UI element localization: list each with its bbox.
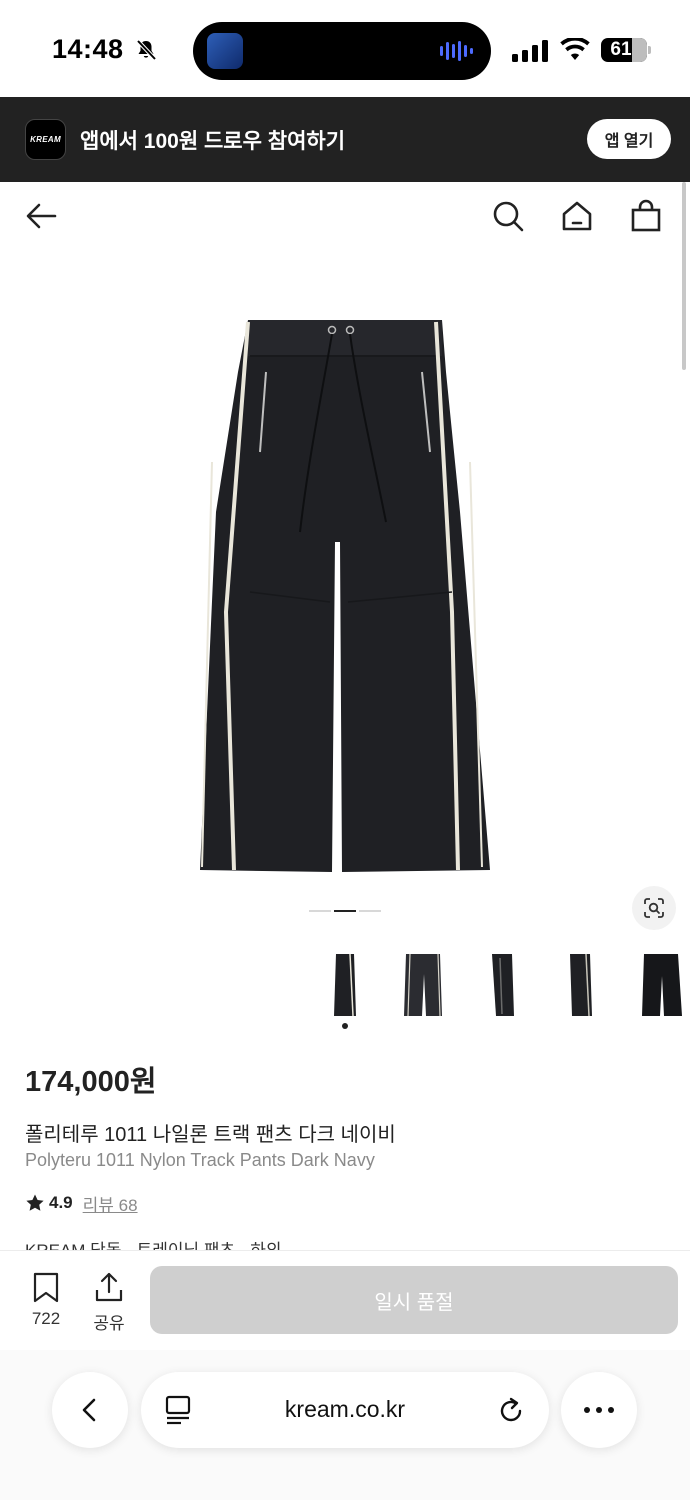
image-search-button[interactable] xyxy=(632,886,676,930)
share-button[interactable]: 공유 xyxy=(84,1271,134,1334)
breadcrumb-container: KREAM 단독 · 트레이닝 팬츠 · 하의 xyxy=(25,1236,665,1250)
chevron-left-icon xyxy=(82,1398,96,1422)
thumbnail-1[interactable] xyxy=(320,950,376,1020)
thumbnail-4[interactable] xyxy=(556,950,612,1020)
thumbnail-5[interactable] xyxy=(634,950,690,1020)
breadcrumb[interactable]: KREAM 단독 · 트레이닝 팬츠 · 하의 xyxy=(25,1236,282,1250)
bookmark-count: 722 xyxy=(31,1309,61,1328)
star-icon xyxy=(26,1194,44,1211)
home-icon[interactable] xyxy=(559,198,595,234)
product-rating: 4.9 리뷰 68 xyxy=(25,1191,138,1215)
more-dots-icon xyxy=(584,1407,614,1413)
banner-text: 앱에서 100원 드로우 참여하기 xyxy=(80,130,346,153)
scrollbar[interactable] xyxy=(682,182,686,370)
now-playing-artwork xyxy=(207,33,243,69)
carousel-indicator-2-active xyxy=(334,910,356,912)
status-bar: 14:48 61 xyxy=(0,0,690,97)
review-link[interactable]: 리뷰 68 xyxy=(83,1191,138,1216)
audio-waveform-icon xyxy=(440,41,473,61)
dynamic-island[interactable] xyxy=(193,22,491,80)
browser-back-button[interactable] xyxy=(52,1372,128,1448)
lens-search-icon xyxy=(644,898,664,918)
battery-level: 61 xyxy=(610,39,632,60)
browser-more-button[interactable] xyxy=(561,1372,637,1448)
url-text: kream.co.kr xyxy=(284,1396,406,1422)
sold-out-button[interactable]: 일시 품절 xyxy=(150,1266,678,1334)
shopping-bag-icon[interactable] xyxy=(628,198,664,234)
wifi-icon xyxy=(560,38,590,60)
bookmark-button[interactable]: 722 xyxy=(21,1271,71,1329)
product-price: 174,000원 xyxy=(25,1066,157,1098)
thumbnail-2[interactable] xyxy=(396,950,452,1020)
bookmark-icon xyxy=(33,1272,59,1303)
product-thumbnails xyxy=(320,950,690,1020)
back-arrow-icon[interactable] xyxy=(23,198,59,234)
selected-thumbnail-dot xyxy=(342,1023,348,1029)
top-navigation xyxy=(0,182,690,252)
share-icon xyxy=(95,1272,123,1302)
browser-toolbar: kream.co.kr xyxy=(0,1350,690,1500)
carousel-indicator-1 xyxy=(309,910,331,912)
product-name-korean: 폴리테루 1011 나일론 트랙 팬츠 다크 네이비 xyxy=(25,1124,396,1146)
address-bar[interactable]: kream.co.kr xyxy=(141,1372,549,1448)
product-name-english: Polyteru 1011 Nylon Track Pants Dark Nav… xyxy=(25,1150,375,1170)
kream-logo: KREAM xyxy=(25,119,66,160)
product-action-bar: 722 공유 일시 품절 xyxy=(0,1250,690,1350)
rating-value: 4.9 xyxy=(49,1193,73,1212)
thumbnail-3[interactable] xyxy=(478,950,534,1020)
cellular-signal-icon xyxy=(512,40,548,62)
reload-icon[interactable] xyxy=(495,1394,527,1426)
carousel-indicator-3 xyxy=(359,910,381,912)
bell-off-icon xyxy=(136,39,157,61)
battery-indicator: 61 xyxy=(601,38,651,62)
share-label: 공유 xyxy=(93,1314,125,1333)
search-icon[interactable] xyxy=(490,198,526,234)
open-app-button[interactable]: 앱 열기 xyxy=(587,119,671,159)
status-time: 14:48 xyxy=(52,34,124,64)
product-image-pants[interactable] xyxy=(190,312,500,882)
app-download-banner[interactable]: KREAM 앱에서 100원 드로우 참여하기 앱 열기 xyxy=(0,97,690,182)
